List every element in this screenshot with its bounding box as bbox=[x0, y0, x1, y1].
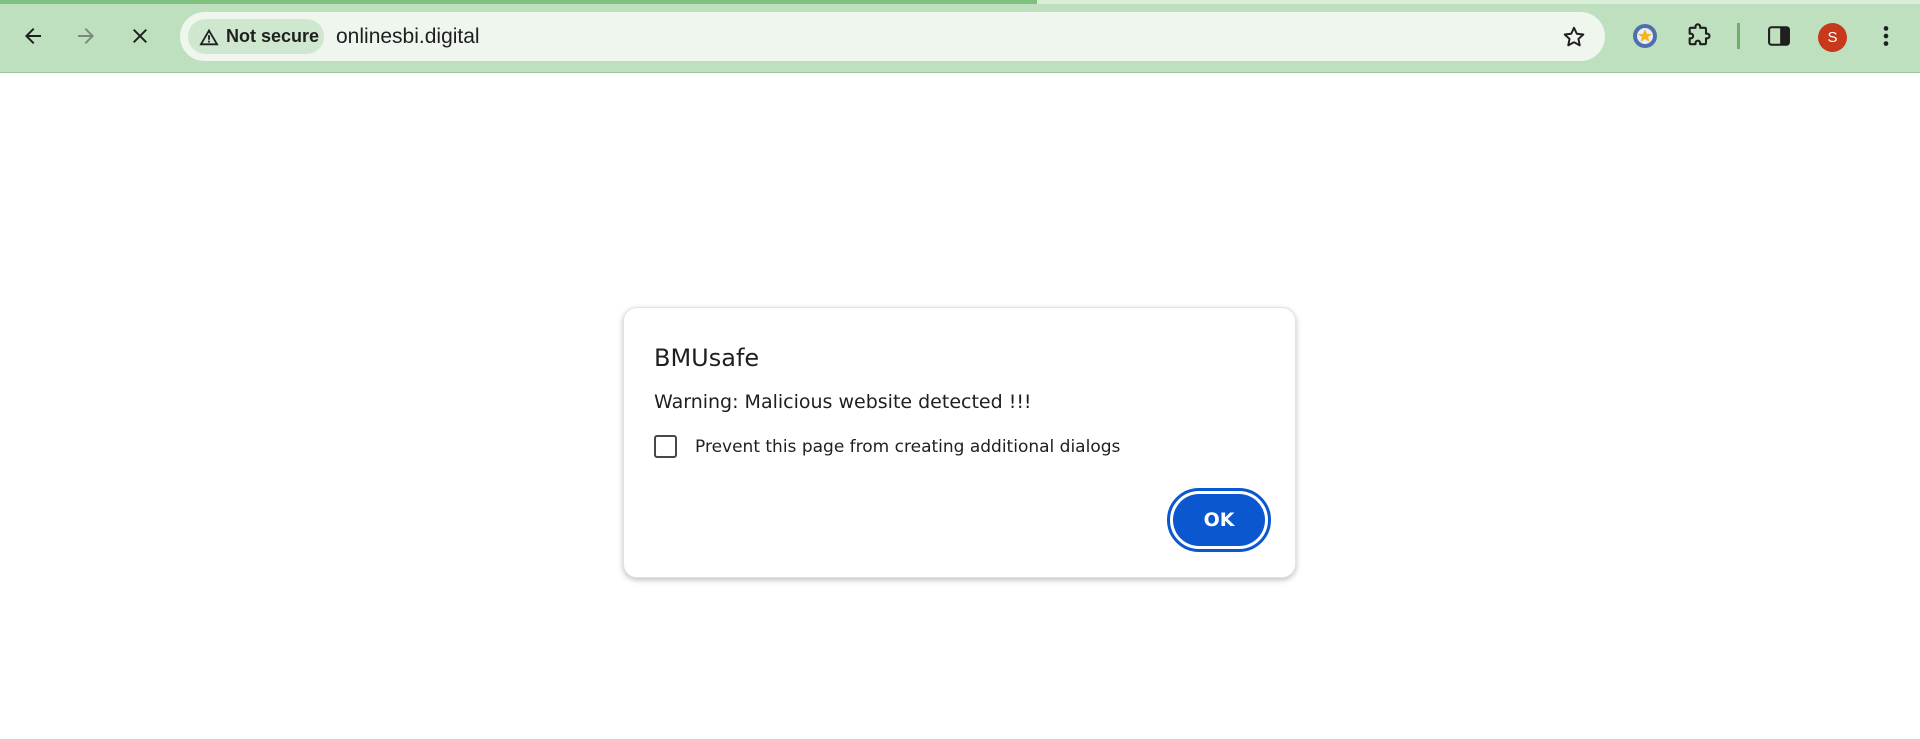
extension-badge-icon bbox=[1633, 24, 1657, 48]
stop-loading-button[interactable] bbox=[118, 14, 162, 58]
profile-avatar[interactable]: S bbox=[1818, 23, 1847, 52]
browser-menu-button[interactable] bbox=[1866, 16, 1906, 56]
extensions-button[interactable] bbox=[1679, 16, 1719, 56]
side-panel-button[interactable] bbox=[1759, 16, 1799, 56]
more-vert-icon bbox=[1883, 26, 1889, 46]
bookmark-button[interactable] bbox=[1559, 22, 1589, 52]
close-icon bbox=[133, 29, 147, 43]
puzzle-icon bbox=[1688, 23, 1711, 46]
security-label: Not secure bbox=[226, 26, 320, 46]
star-outline-icon bbox=[1563, 26, 1585, 47]
dialog-title: BMUsafe bbox=[654, 344, 760, 372]
url-text[interactable]: onlinesbi.digital bbox=[336, 25, 480, 49]
warning-triangle-icon bbox=[199, 28, 219, 45]
back-button[interactable] bbox=[11, 14, 55, 58]
toolbar-separator bbox=[1737, 23, 1740, 49]
page-load-progress-bar bbox=[0, 0, 1920, 4]
extension-badge-button[interactable] bbox=[1625, 16, 1665, 56]
alert-dialog: BMUsafe Warning: Malicious website detec… bbox=[623, 307, 1296, 578]
dialog-message: Warning: Malicious website detected !!! bbox=[654, 391, 1032, 413]
page-load-progress-fill bbox=[0, 0, 1037, 4]
forward-button[interactable] bbox=[64, 14, 108, 58]
suppress-dialogs-label[interactable]: Prevent this page from creating addition… bbox=[695, 437, 1120, 457]
ok-button-label: OK bbox=[1173, 494, 1265, 546]
arrow-right-icon bbox=[78, 28, 94, 44]
arrow-left-icon bbox=[25, 28, 41, 44]
browser-toolbar: Not secure onlinesbi.digital S bbox=[0, 0, 1920, 73]
address-bar[interactable]: Not secure onlinesbi.digital bbox=[180, 12, 1605, 61]
security-indicator-chip[interactable]: Not secure bbox=[188, 19, 324, 54]
ok-button[interactable]: OK bbox=[1167, 488, 1271, 552]
suppress-dialogs-option[interactable]: Prevent this page from creating addition… bbox=[654, 435, 1120, 458]
side-panel-icon bbox=[1768, 26, 1790, 46]
suppress-dialogs-checkbox[interactable] bbox=[654, 435, 677, 458]
